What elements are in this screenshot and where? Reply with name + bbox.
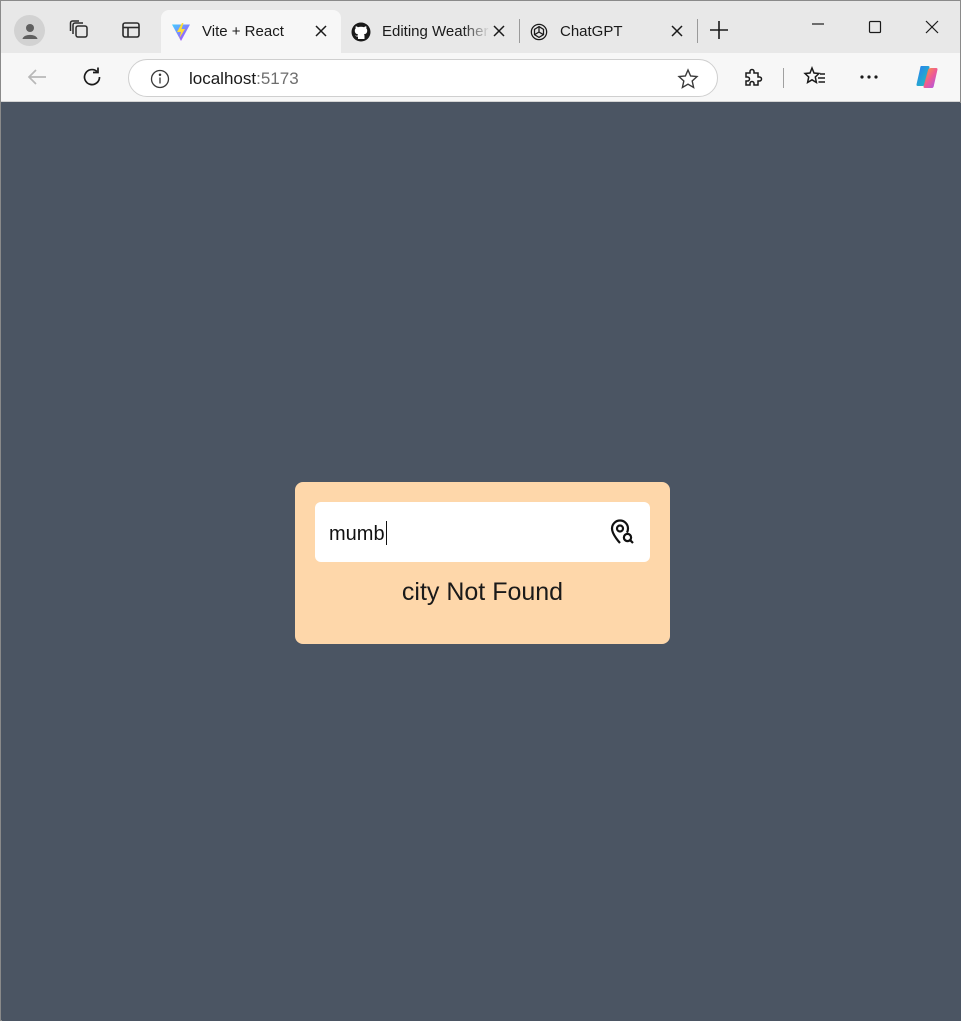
url-port: :5173 bbox=[256, 69, 299, 88]
city-search-field[interactable]: mumb bbox=[315, 502, 650, 562]
refresh-button[interactable] bbox=[75, 60, 109, 94]
city-search-input[interactable]: mumb bbox=[329, 521, 388, 546]
vertical-tabs-icon bbox=[122, 22, 140, 38]
refresh-icon bbox=[83, 67, 101, 86]
back-button[interactable] bbox=[20, 60, 54, 94]
url-text[interactable]: localhost:5173 bbox=[189, 69, 299, 89]
browser-toolbar: localhost:5173 bbox=[1, 53, 960, 102]
close-window-button[interactable] bbox=[909, 9, 955, 45]
puzzle-icon bbox=[745, 68, 763, 86]
copilot-icon bbox=[916, 66, 938, 88]
github-icon bbox=[351, 22, 371, 42]
city-search-value: mumb bbox=[329, 523, 385, 545]
site-info-icon[interactable] bbox=[149, 68, 171, 90]
address-bar[interactable]: localhost:5173 bbox=[128, 59, 718, 97]
settings-more-button[interactable] bbox=[852, 60, 886, 94]
close-tab-icon[interactable] bbox=[311, 21, 331, 41]
minimize-icon bbox=[812, 23, 824, 25]
workspaces-icon bbox=[69, 20, 88, 38]
favorites-button[interactable] bbox=[798, 60, 832, 94]
error-message: city Not Found bbox=[401, 578, 564, 606]
text-caret bbox=[385, 521, 388, 545]
tab-title: Editing Weather bbox=[382, 23, 489, 40]
profile-icon bbox=[22, 23, 37, 39]
tab-title: Vite + React bbox=[202, 23, 284, 40]
favorites-list-icon bbox=[803, 66, 825, 85]
workspaces-button[interactable] bbox=[62, 13, 96, 47]
maximize-icon bbox=[868, 20, 882, 34]
more-horizontal-icon bbox=[860, 75, 878, 79]
close-icon bbox=[925, 20, 939, 34]
plus-icon bbox=[710, 21, 728, 39]
tab-strip: Vite + React Editing Weather ChatGPT bbox=[1, 1, 960, 53]
favorite-star-icon[interactable] bbox=[676, 67, 700, 91]
extensions-button[interactable] bbox=[736, 60, 770, 94]
maximize-button[interactable] bbox=[852, 9, 898, 45]
close-tab-icon[interactable] bbox=[667, 21, 687, 41]
chatgpt-icon bbox=[529, 22, 549, 42]
location-search-icon[interactable] bbox=[608, 518, 636, 546]
toolbar-divider bbox=[783, 68, 784, 88]
tab-vite-react[interactable]: Vite + React bbox=[161, 10, 341, 53]
minimize-button[interactable] bbox=[795, 9, 841, 45]
vite-icon bbox=[171, 22, 191, 42]
tab-actions-button[interactable] bbox=[114, 13, 148, 47]
tab-editing-weather[interactable]: Editing Weather bbox=[341, 10, 519, 53]
copilot-button[interactable] bbox=[910, 60, 944, 94]
tab-chatgpt[interactable]: ChatGPT bbox=[519, 10, 697, 53]
tab-separator bbox=[697, 19, 698, 43]
new-tab-button[interactable] bbox=[702, 13, 736, 47]
tab-title: ChatGPT bbox=[560, 23, 623, 40]
browser-window: Vite + React Editing Weather ChatGPT loc… bbox=[0, 0, 961, 1021]
back-arrow-icon bbox=[27, 69, 46, 85]
profile-button[interactable] bbox=[14, 15, 45, 46]
page-viewport: mumb city Not Found bbox=[2, 103, 961, 1021]
close-tab-icon[interactable] bbox=[489, 21, 509, 41]
url-host: localhost bbox=[189, 69, 257, 88]
weather-search-card: mumb city Not Found bbox=[295, 482, 670, 644]
